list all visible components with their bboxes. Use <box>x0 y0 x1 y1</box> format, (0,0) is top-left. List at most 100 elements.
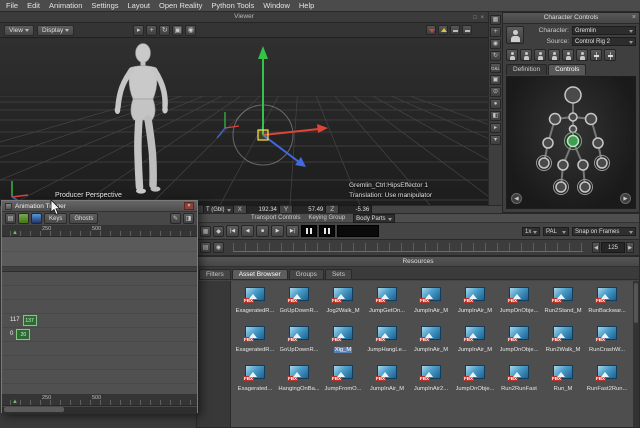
timecode-display[interactable] <box>337 225 379 237</box>
translate-manipulator[interactable] <box>185 40 345 190</box>
rail-rotate-icon[interactable]: ↻ <box>490 51 501 61</box>
frame-format-dropdown[interactable]: PAL <box>543 227 569 236</box>
rail-add-icon[interactable]: + <box>490 27 501 37</box>
display-option-icon[interactable] <box>450 25 460 35</box>
trigger-ruler-top[interactable]: 250 500 ▲ <box>2 226 197 237</box>
select-tool-icon[interactable]: ▸ <box>133 25 144 36</box>
rig-prev-button[interactable]: ◀ <box>511 193 522 204</box>
asset-item[interactable]: FBXExageratedR... <box>233 326 277 363</box>
reach-slider-icon[interactable] <box>590 49 602 61</box>
rotate-tool-icon[interactable]: ↻ <box>159 25 170 36</box>
marker-yellow-icon[interactable] <box>438 25 448 35</box>
asset-item[interactable]: FBXHangingOnBa... <box>277 365 321 402</box>
pause-display-right[interactable] <box>319 225 335 237</box>
asset-item[interactable]: FBXJumpOnObje... <box>453 365 497 402</box>
asset-item[interactable]: FBXRun2Walk_M <box>541 326 585 363</box>
asset-item[interactable]: FBXGoUpDownR... <box>277 326 321 363</box>
menu-item-python-tools[interactable]: Python Tools <box>211 1 254 10</box>
menu-item-file[interactable]: File <box>6 1 18 10</box>
keys-button[interactable]: Keys <box>44 213 67 224</box>
play-button[interactable]: ▶ <box>271 225 284 237</box>
pivot-tool-icon[interactable]: ◉ <box>185 25 196 36</box>
asset-item[interactable]: FBXRun2RunFast <box>497 365 541 402</box>
asset-item[interactable]: FBXJumpOnObje... <box>497 326 541 363</box>
animation-trigger-titlebar[interactable]: Animation Trigger × <box>2 201 197 212</box>
full-body-icon[interactable] <box>506 49 518 61</box>
rail-play-icon[interactable]: ▸ <box>490 123 501 133</box>
menu-item-settings[interactable]: Settings <box>91 1 118 10</box>
tab-sets[interactable]: Sets <box>325 269 352 279</box>
goto-end-button[interactable]: ▶| <box>286 225 299 237</box>
asset-item[interactable]: FBXGoUpDownR... <box>277 287 321 324</box>
rail-dot-icon[interactable]: ⊙ <box>490 87 501 97</box>
tab-groups[interactable]: Groups <box>289 269 324 279</box>
menu-item-layout[interactable]: Layout <box>128 1 151 10</box>
character-dropdown[interactable]: Gremlin <box>572 26 636 35</box>
asset-item[interactable]: FBXJumpInAir_M <box>365 365 409 402</box>
asset-item-selected[interactable]: FBXXig_M <box>321 326 365 363</box>
playhead-marker-icon[interactable]: ▲ <box>12 398 18 406</box>
source-dropdown[interactable]: Control Rig 2 <box>572 37 636 46</box>
trigger-clip[interactable]: 20 <box>16 329 30 340</box>
rail-target-icon[interactable]: ◉ <box>490 39 501 49</box>
note-icon[interactable]: ◨ <box>183 213 194 224</box>
asset-item[interactable]: FBXExagerated... <box>233 365 277 402</box>
asset-item[interactable]: FBXJog2Walk_M <box>321 287 365 324</box>
asset-item[interactable]: FBXRunFast2Run... <box>585 365 629 402</box>
goto-start-button[interactable]: |◀ <box>226 225 239 237</box>
timeline-option-icon[interactable]: ▤ <box>200 242 211 253</box>
viewer-tab[interactable]: Viewer <box>234 13 254 20</box>
asset-item[interactable]: FBXJumpFromO... <box>321 365 365 402</box>
view-menu-button[interactable]: View <box>4 25 34 36</box>
trigger-ruler-bottom[interactable]: 250 500 ▲ <box>2 395 197 406</box>
rail-more-icon[interactable]: ▾ <box>490 135 501 145</box>
rail-record-icon[interactable]: ● <box>490 99 501 109</box>
close-icon[interactable]: × <box>632 13 636 23</box>
selection-icon[interactable] <box>534 49 546 61</box>
pull-slider-icon[interactable] <box>604 49 616 61</box>
tab-filters[interactable]: Filters <box>199 269 231 279</box>
tab-controls[interactable]: Controls <box>548 64 586 75</box>
end-frame-field[interactable]: 125 <box>601 242 625 253</box>
trigger-track-area-bottom[interactable]: 117 137 0 20 <box>2 272 197 395</box>
asset-item[interactable]: FBXRun2Stand_M <box>541 287 585 324</box>
stop-button[interactable]: ■ <box>256 225 269 237</box>
clip-palette-icon[interactable] <box>31 213 42 224</box>
step-back-button[interactable]: ◀ <box>241 225 254 237</box>
asset-item[interactable]: FBXJumpOnObje... <box>497 287 541 324</box>
ghosts-button[interactable]: Ghosts <box>69 213 98 224</box>
translate-tool-icon[interactable]: + <box>146 25 157 36</box>
scale-tool-icon[interactable]: ▣ <box>172 25 183 36</box>
panel-window-buttons[interactable]: □ × <box>473 13 485 23</box>
asset-grid-scrollbar[interactable] <box>633 281 639 427</box>
asset-item[interactable]: FBXJumpGetOn... <box>365 287 409 324</box>
menu-item-animation[interactable]: Animation <box>49 1 82 10</box>
asset-item[interactable]: FBXJumpHangLe... <box>365 326 409 363</box>
body-part-icon[interactable] <box>520 49 532 61</box>
menu-item-window[interactable]: Window <box>263 1 290 10</box>
menu-item-edit[interactable]: Edit <box>27 1 40 10</box>
playhead-marker-icon[interactable]: ▲ <box>12 229 18 237</box>
camera-option-icon[interactable] <box>462 25 472 35</box>
keying-mode-icon[interactable] <box>548 49 560 61</box>
trigger-track-area-top[interactable] <box>2 237 197 267</box>
rail-panel-icon[interactable]: ▣ <box>490 75 501 85</box>
menu-item-open-reality[interactable]: Open Reality <box>159 1 202 10</box>
display-menu-button[interactable]: Display <box>37 25 74 36</box>
asset-item[interactable]: FBXRunBackwar... <box>585 287 629 324</box>
playback-speed-dropdown[interactable]: 1x <box>522 227 540 236</box>
transport-key-icon[interactable]: ◆ <box>213 226 224 237</box>
menu-item-help[interactable]: Help <box>299 1 314 10</box>
rig-next-button[interactable]: ▶ <box>620 193 631 204</box>
rail-grid-icon[interactable]: ▦ <box>490 15 501 25</box>
close-icon[interactable]: × <box>184 202 194 210</box>
folder-icon[interactable]: ▤ <box>5 213 16 224</box>
rail-groups-links-button[interactable]: G&L <box>490 63 501 73</box>
snap-mode-dropdown[interactable]: Snap on Frames <box>572 227 636 236</box>
keying-group-dropdown[interactable]: Body Parts <box>353 214 394 223</box>
asset-item[interactable]: FBXExageratedR... <box>233 287 277 324</box>
control-rig-view[interactable]: ◀ ▶ <box>506 76 636 209</box>
transport-option-icon[interactable]: ▦ <box>200 226 211 237</box>
marker-red-icon[interactable] <box>426 25 436 35</box>
viewport-3d[interactable]: Producer Perspective Gremlin_Ctrl:HipsEf… <box>0 38 488 205</box>
